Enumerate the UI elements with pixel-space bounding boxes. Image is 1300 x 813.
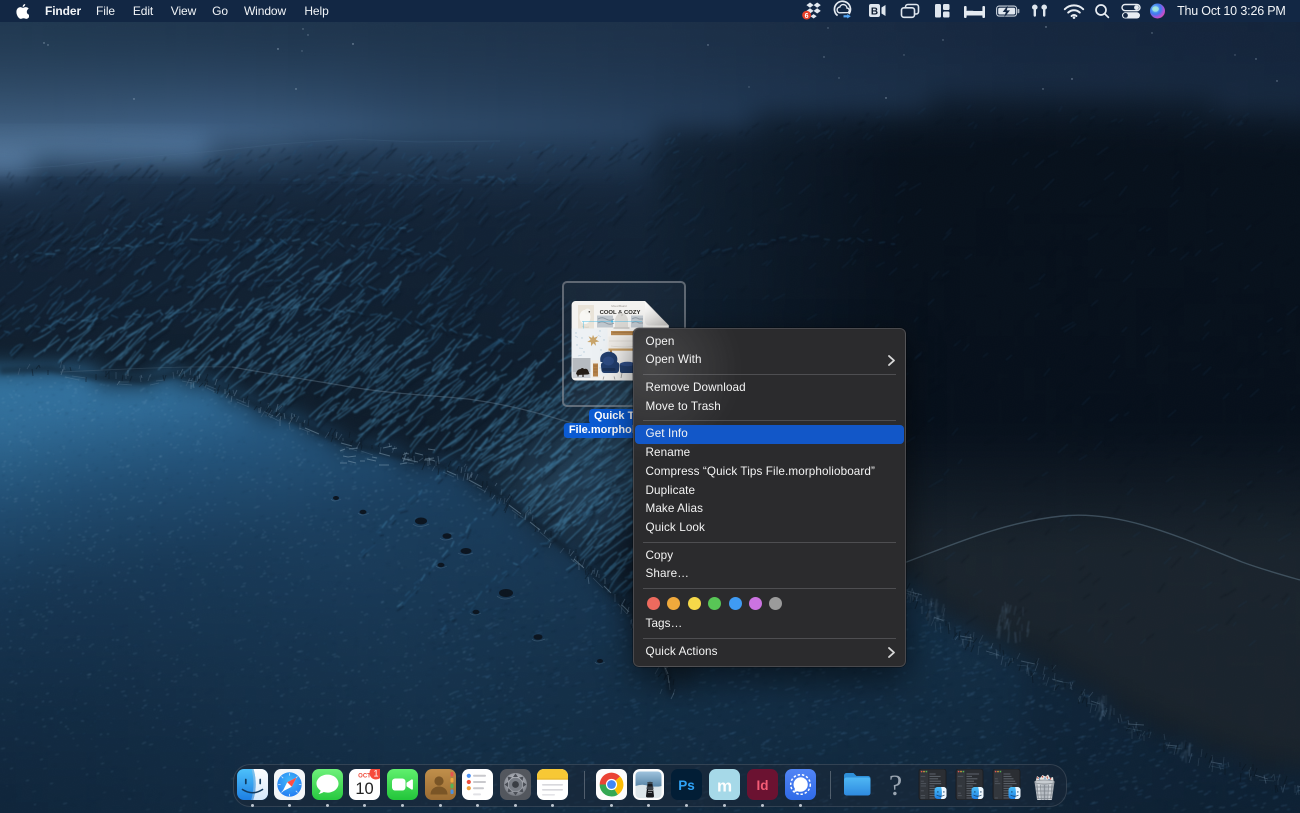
svg-text:Ps: Ps [678,778,695,793]
svg-text:m: m [717,777,732,796]
svg-text:Id: Id [756,778,768,793]
svg-text:1: 1 [374,769,379,778]
svg-text:B: B [871,7,878,18]
svg-text:?: ? [888,769,901,800]
svg-text:Mood Board: Mood Board [611,304,627,308]
svg-text:OCT: OCT [358,774,371,780]
svg-text:6: 6 [805,13,809,20]
svg-text:10: 10 [356,780,374,798]
